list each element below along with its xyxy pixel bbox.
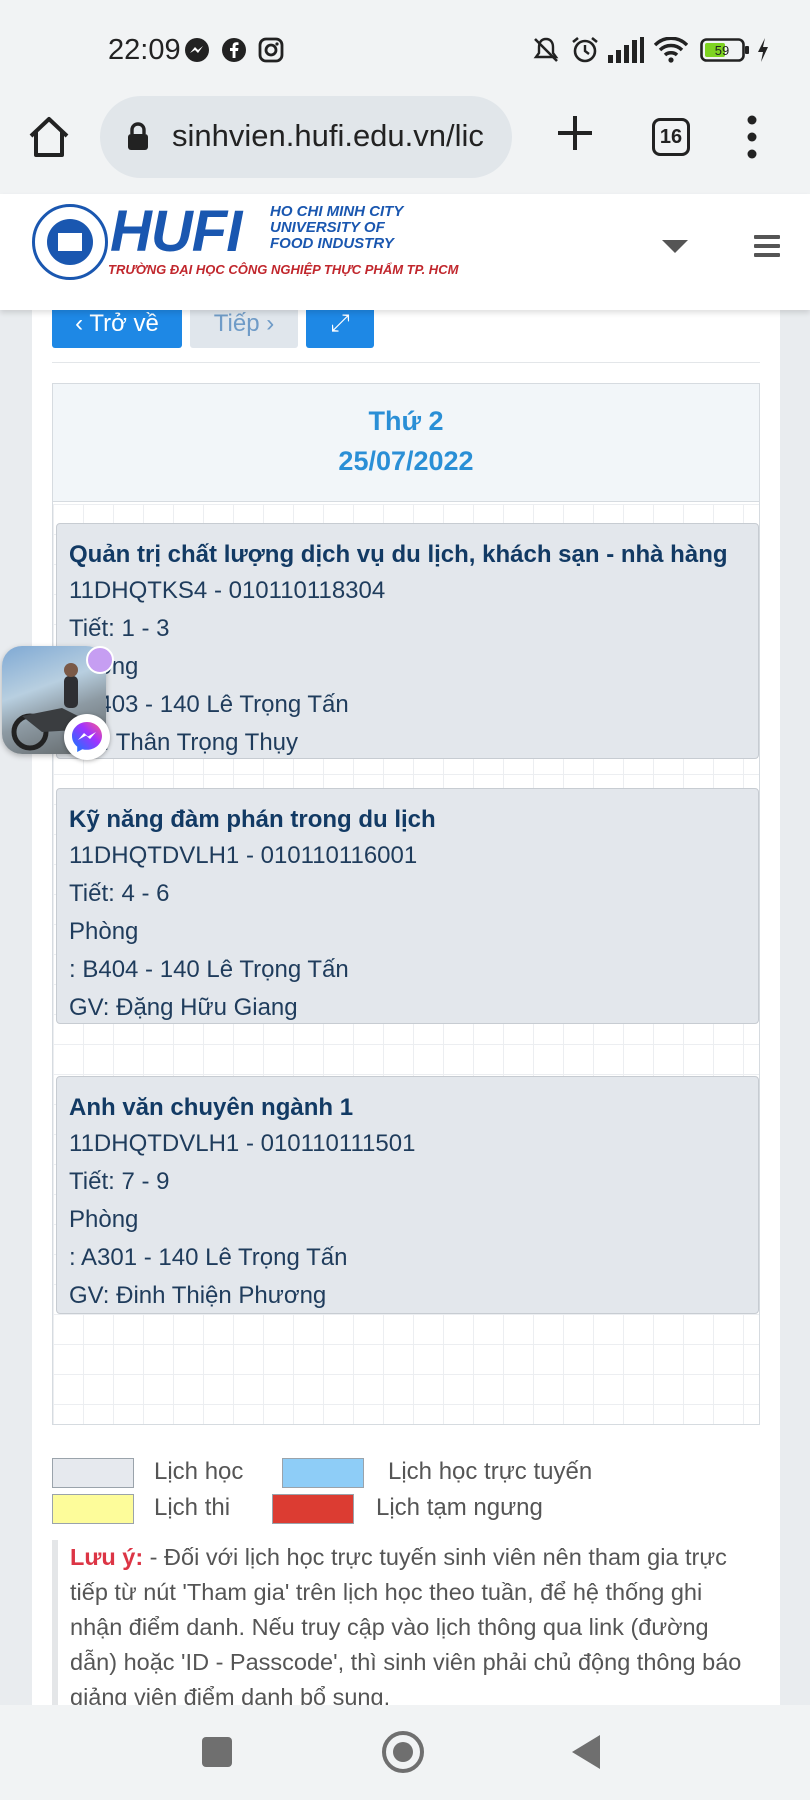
browser-menu-button[interactable] [740, 112, 764, 162]
logo-english-text: HO CHI MINH CITY UNIVERSITY OF FOOD INDU… [270, 203, 404, 252]
home-icon [29, 117, 69, 157]
site-header: HUFI HO CHI MINH CITY UNIVERSITY OF FOOD… [0, 194, 810, 310]
instagram-icon [258, 36, 284, 64]
battery-icon: 59 [700, 36, 750, 64]
facebook-icon [221, 36, 247, 64]
legend-swatch-class [52, 1458, 134, 1488]
notification-dot [86, 646, 114, 674]
status-time: 22:09 [108, 34, 181, 66]
messenger-chat-head[interactable] [0, 646, 114, 760]
mute-icon [532, 36, 560, 64]
day-name: Thứ 2 [368, 406, 444, 436]
event-period: Tiết: 1 - 3 [69, 615, 170, 642]
color-legend: Lịch học Lịch học trực tuyến Lịch thi Lị… [52, 1458, 760, 1538]
legend-swatch-suspended [272, 1494, 354, 1524]
logo-vietnamese-text: TRƯỜNG ĐẠI HỌC CÔNG NGHIỆP THỰC PHẨM TP.… [108, 262, 459, 277]
system-navigation-bar [0, 1705, 810, 1800]
class-event[interactable]: Kỹ năng đàm phán trong du lịch 11DHQTDVL… [56, 788, 759, 1024]
event-code: 11DHQTDVLH1 - 010110116001 [69, 842, 418, 869]
messenger-icon [184, 36, 210, 64]
legend-label-suspended: Lịch tạm ngưng [376, 1494, 543, 1521]
home-nav-button[interactable] [382, 1731, 424, 1773]
event-room-label: Phòng [69, 1206, 139, 1233]
class-event[interactable]: Anh văn chuyên ngành 1 11DHQTDVLH1 - 010… [56, 1076, 759, 1314]
alarm-icon [570, 36, 600, 64]
event-code: 11DHQTDVLH1 - 010110111501 [69, 1130, 416, 1157]
notice-label: Lưu ý: [70, 1544, 144, 1570]
event-title: Kỹ năng đàm phán trong du lịch [69, 806, 436, 833]
legend-label-class: Lịch học [154, 1458, 244, 1485]
day-schedule: Thứ 2 25/07/2022 Quản trị chất lượng dịc… [52, 383, 760, 1425]
divider [52, 362, 760, 363]
legend-swatch-exam [52, 1494, 134, 1524]
messenger-icon [64, 714, 110, 760]
event-title: Anh văn chuyên ngành 1 [69, 1094, 354, 1121]
event-teacher: GV: Đặng Hữu Giang [69, 994, 298, 1021]
day-header: Thứ 2 25/07/2022 [53, 384, 759, 502]
notice-text: Lưu ý: - Đối với lịch học trực tuyến sin… [52, 1540, 760, 1710]
event-title: Quản trị chất lượng dịch vụ du lịch, khá… [69, 541, 728, 568]
event-period: Tiết: 7 - 9 [69, 1168, 170, 1195]
class-event[interactable]: Quản trị chất lượng dịch vụ du lịch, khá… [56, 523, 759, 759]
logo-main-text: HUFI [110, 199, 242, 264]
back-nav-button[interactable] [572, 1735, 600, 1769]
event-room-label: Phòng [69, 918, 139, 945]
plus-icon [558, 116, 592, 150]
university-seal-logo[interactable] [32, 204, 108, 280]
legend-label-exam: Lịch thi [154, 1494, 231, 1521]
recent-apps-button[interactable] [202, 1737, 232, 1767]
event-code: 11DHQTKS4 - 010110118304 [69, 577, 386, 604]
notice-body: - Đối với lịch học trực tuyến sinh viên … [70, 1544, 742, 1710]
event-teacher: GV: Đinh Thiện Phương [69, 1282, 327, 1309]
hamburger-menu-icon[interactable] [754, 235, 780, 257]
home-button[interactable] [26, 114, 72, 160]
charging-icon [756, 36, 770, 64]
tab-switcher-button[interactable]: 16 [652, 118, 690, 156]
battery-level: 59 [715, 43, 729, 58]
event-room: : A301 - 140 Lê Trọng Tấn [69, 1244, 348, 1271]
event-room-label: Phòng [69, 648, 746, 686]
url-text: sinhvien.hufi.edu.vn/lic [172, 118, 484, 153]
status-bar: 22:09 59 [0, 0, 810, 96]
legend-swatch-online [282, 1458, 364, 1488]
chevron-down-icon[interactable] [662, 240, 688, 253]
event-teacher: GV: Thân Trọng Thụy [69, 729, 299, 756]
legend-label-online: Lịch học trực tuyến [388, 1458, 593, 1485]
address-bar[interactable]: sinhvien.hufi.edu.vn/lic [100, 96, 512, 178]
more-vert-icon [747, 115, 757, 159]
event-period: Tiết: 4 - 6 [69, 880, 170, 907]
browser-toolbar: sinhvien.hufi.edu.vn/lic 16 [0, 96, 810, 194]
wifi-icon [654, 36, 688, 64]
lock-icon [126, 122, 150, 157]
signal-icon [608, 36, 644, 64]
new-tab-button[interactable] [552, 110, 598, 156]
event-room: : B403 - 140 Lê Trọng Tấn [69, 691, 349, 718]
day-date: 25/07/2022 [338, 446, 474, 476]
event-room: : B404 - 140 Lê Trọng Tấn [69, 956, 349, 983]
